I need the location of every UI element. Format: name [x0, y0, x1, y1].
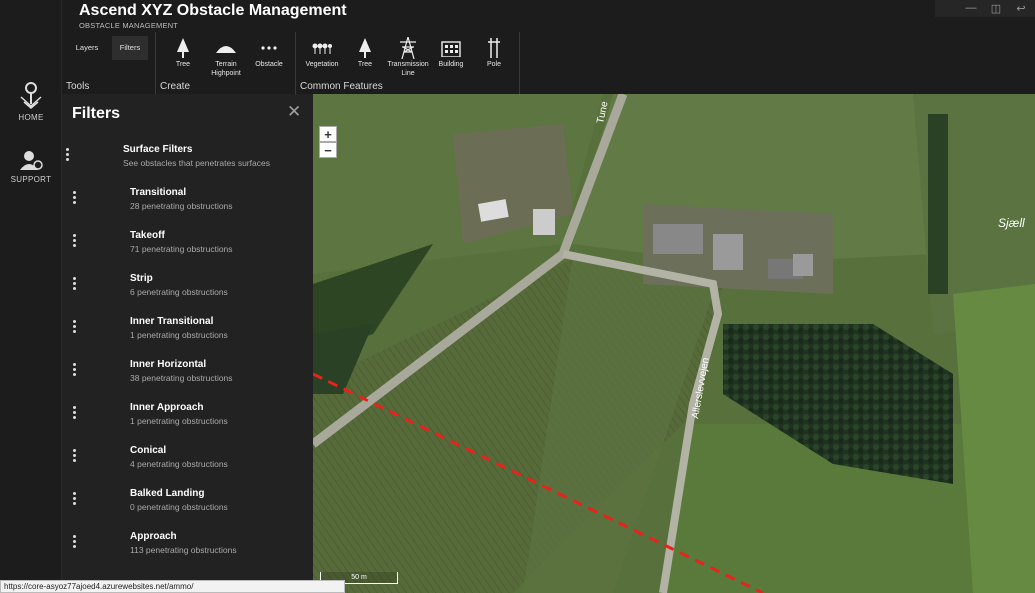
transmission-tower-icon: [400, 37, 416, 59]
kebab-menu-icon[interactable]: [62, 148, 73, 164]
ribbon-group-create: Tree Terrain Highpoint Obstacle Create: [156, 32, 296, 94]
filter-name: Transitional: [130, 187, 187, 198]
common-tree-button[interactable]: Tree: [344, 37, 386, 70]
app-subtitle: OBSTACLE MANAGEMENT: [79, 21, 179, 30]
more-dots-icon: [261, 46, 277, 50]
tree-icon: [177, 38, 189, 58]
pole-icon: [488, 38, 500, 58]
nav-support[interactable]: SUPPORT: [0, 150, 62, 184]
nav-home-label: HOME: [18, 113, 44, 122]
terrain-icon: [216, 46, 236, 53]
building-label: Building: [438, 61, 464, 68]
left-nav: HOME SUPPORT: [0, 0, 62, 593]
app-header: Ascend XYZ Obstacle Management OBSTACLE …: [62, 0, 1035, 94]
group-label-create: Create: [160, 81, 191, 92]
create-terrain-highpoint-label: Terrain Highpoint: [211, 61, 241, 77]
app-title: Ascend XYZ Obstacle Management: [79, 2, 347, 19]
vegetation-button[interactable]: Vegetation: [301, 37, 343, 70]
kebab-menu-icon[interactable]: [68, 191, 80, 207]
support-icon: [20, 151, 43, 170]
tree-icon: [359, 38, 371, 58]
vegetation-label: Vegetation: [305, 61, 339, 68]
ribbon-group-tools: Layers Filters Tools: [62, 32, 156, 94]
transmission-line-button[interactable]: Transmission Line: [387, 37, 429, 78]
kebab-menu-icon[interactable]: [68, 277, 80, 293]
transmission-line-label: Transmission Line: [387, 61, 429, 77]
map-label-place: Sjæll: [998, 216, 1025, 230]
create-tree-button[interactable]: Tree: [162, 37, 204, 70]
surface-filters-desc: See obstacles that penetrates surfaces: [123, 158, 270, 168]
create-tree-label: Tree: [175, 61, 191, 68]
filter-name: Inner Horizontal: [130, 359, 207, 370]
filter-desc: 71 penetrating obstructions: [130, 244, 233, 254]
group-label-tools: Tools: [66, 81, 90, 92]
filter-name: Conical: [130, 445, 167, 456]
pole-label: Pole: [486, 61, 501, 68]
filter-desc: 4 penetrating obstructions: [130, 459, 228, 469]
filter-name: Balked Landing: [130, 488, 205, 499]
map-view[interactable]: Tune Allerslevvejen Sjæll + − 50 m: [313, 94, 1035, 593]
common-tree-label: Tree: [357, 61, 373, 68]
kebab-menu-icon[interactable]: [68, 320, 80, 336]
filter-name: Inner Approach: [130, 402, 204, 413]
ribbon-group-common: Vegetation Tree Transmission Line Buildi…: [296, 32, 520, 94]
filter-row[interactable]: Balked Landing 0 penetrating obstructions: [62, 486, 313, 529]
nav-support-label: SUPPORT: [10, 175, 52, 184]
kebab-menu-icon[interactable]: [68, 535, 80, 551]
kebab-menu-icon[interactable]: [68, 406, 80, 422]
surface-filters-name: Surface Filters: [123, 144, 193, 155]
back-icon[interactable]: ↩: [1011, 2, 1031, 16]
minimize-icon[interactable]: —: [961, 2, 981, 16]
filter-desc: 0 penetrating obstructions: [130, 502, 228, 512]
kebab-menu-icon[interactable]: [68, 363, 80, 379]
nav-home[interactable]: HOME: [0, 80, 62, 122]
home-icon: [20, 82, 42, 109]
create-terrain-highpoint-button[interactable]: Terrain Highpoint: [205, 37, 247, 78]
zoom-out-button[interactable]: −: [319, 142, 337, 158]
filters-panel: Filters ✕ Surface Filters See obstacles …: [62, 94, 313, 593]
kebab-menu-icon[interactable]: [68, 234, 80, 250]
filter-name: Approach: [130, 531, 177, 542]
filter-row[interactable]: Inner Transitional 1 penetrating obstruct…: [62, 314, 313, 357]
tab-layers[interactable]: Layers: [72, 36, 102, 60]
pole-button[interactable]: Pole: [473, 37, 515, 70]
filter-desc: 6 penetrating obstructions: [130, 287, 228, 297]
status-url: https://core-asyoz77ajoed4.azurewebsites…: [0, 580, 345, 593]
filter-desc: 28 penetrating obstructions: [130, 201, 233, 211]
split-view-icon[interactable]: ◫: [986, 2, 1006, 16]
filter-row[interactable]: Approach 113 penetrating obstructions: [62, 529, 313, 572]
filter-row[interactable]: Conical 4 penetrating obstructions: [62, 443, 313, 486]
filter-name: Strip: [130, 273, 153, 284]
zoom-in-button[interactable]: +: [319, 126, 337, 142]
surface-filters-row[interactable]: Surface Filters See obstacles that penet…: [62, 142, 313, 185]
vegetation-icon: [312, 43, 332, 54]
tab-filters[interactable]: Filters: [112, 36, 148, 60]
kebab-menu-icon[interactable]: [68, 449, 80, 465]
create-obstacle-button[interactable]: Obstacle: [248, 37, 290, 70]
filter-row[interactable]: Inner Horizontal 38 penetrating obstructi…: [62, 357, 313, 400]
aerial-map: Tune Allerslevvejen Sjæll: [313, 94, 1035, 593]
kebab-menu-icon[interactable]: [68, 492, 80, 508]
filter-desc: 38 penetrating obstructions: [130, 373, 233, 383]
building-icon: [441, 41, 461, 57]
filter-name: Inner Transitional: [130, 316, 214, 327]
close-icon[interactable]: ✕: [287, 102, 301, 122]
filter-row[interactable]: Takeoff 71 penetrating obstructions: [62, 228, 313, 271]
panel-title: Filters: [72, 105, 121, 122]
building-button[interactable]: Building: [430, 37, 472, 70]
group-label-common: Common Features: [300, 81, 383, 92]
filter-name: Takeoff: [130, 230, 165, 241]
filter-desc: 113 penetrating obstructions: [130, 545, 237, 555]
filter-desc: 1 penetrating obstructions: [130, 416, 228, 426]
filter-row[interactable]: Inner Approach 1 penetrating obstructions: [62, 400, 313, 443]
create-obstacle-label: Obstacle: [255, 61, 283, 68]
filter-row[interactable]: Transitional 28 penetrating obstructions: [62, 185, 313, 228]
filter-desc: 1 penetrating obstructions: [130, 330, 228, 340]
filter-row[interactable]: Strip 6 penetrating obstructions: [62, 271, 313, 314]
